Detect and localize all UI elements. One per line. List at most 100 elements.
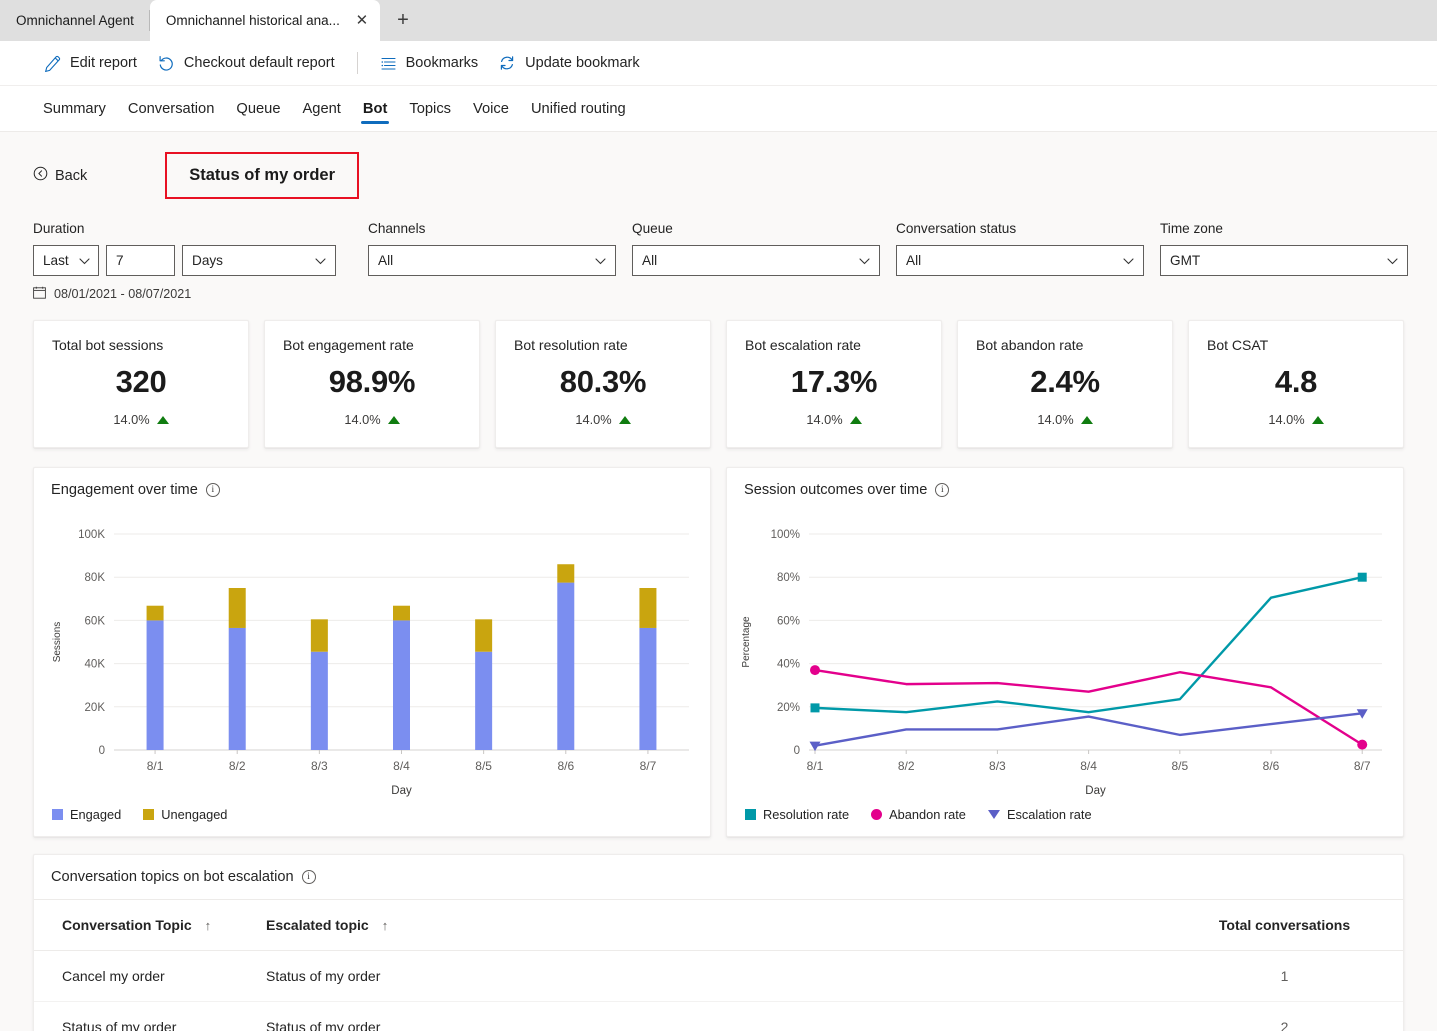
legend-item-abandon-rate[interactable]: Abandon rate [871, 807, 966, 822]
tab-summary[interactable]: Summary [32, 86, 117, 132]
chart-legend: Engaged Unengaged [52, 807, 227, 822]
tab-voice[interactable]: Voice [462, 86, 520, 132]
tab-label: Agent [302, 100, 341, 117]
duration-amount-input[interactable]: 7 [106, 245, 175, 276]
info-icon[interactable]: i [935, 483, 950, 497]
legend-item-resolution-rate[interactable]: Resolution rate [745, 807, 849, 822]
tab-conversation[interactable]: Conversation [117, 86, 226, 132]
table-row[interactable]: Cancel my order Status of my order 1 [34, 950, 1403, 1002]
page-title: Status of my order [189, 166, 336, 184]
kpi-title: Bot CSAT [1207, 337, 1269, 353]
chart-title: Session outcomes over time [744, 482, 928, 498]
cell-total-conversations: 2 [1166, 1001, 1403, 1031]
tab-bot[interactable]: Bot [352, 86, 398, 132]
channels-select[interactable]: All [368, 245, 616, 276]
filter-channels-label: Channels [368, 221, 426, 236]
kpi-delta: 14.0% [1037, 412, 1093, 427]
svg-text:20K: 20K [85, 702, 106, 714]
report-page: Back Status of my order Duration Last 7 [0, 132, 1437, 1031]
table-row[interactable]: Status of my order Status of my order 2 [34, 1001, 1403, 1031]
update-bookmark-label: Update bookmark [525, 55, 640, 71]
kpi-row: Total bot sessions 320 14.0% Bot engagem… [0, 302, 1437, 448]
kpi-card-bot-escalation-rate[interactable]: Bot escalation rate 17.3% 14.0% [726, 320, 942, 448]
info-icon[interactable]: i [205, 483, 220, 497]
tab-label: Queue [236, 100, 281, 117]
tab-unified-routing[interactable]: Unified routing [520, 86, 637, 132]
duration-relative-select[interactable]: Last [33, 245, 99, 276]
close-icon[interactable]: ✕ [352, 11, 372, 31]
back-arrow-icon [33, 166, 48, 185]
kpi-card-bot-resolution-rate[interactable]: Bot resolution rate 80.3% 14.0% [495, 320, 711, 448]
filter-bar: Duration Last 7 Days Channels All Queue … [0, 199, 1437, 276]
svg-text:80%: 80% [777, 572, 800, 584]
cell-conversation-topic: Status of my order [34, 1001, 266, 1031]
column-header-conversation-topic[interactable]: Conversation Topic ↑ [34, 899, 266, 951]
svg-text:100%: 100% [771, 529, 800, 541]
trend-up-icon [618, 415, 631, 424]
legend-label: Escalation rate [1006, 807, 1092, 822]
queue-value: All [642, 253, 658, 268]
chart-legend: Resolution rate Abandon rate Escalation … [745, 807, 1092, 822]
legend-label: Abandon rate [889, 807, 966, 822]
time-zone-select[interactable]: GMT [1160, 245, 1408, 276]
kpi-value: 4.8 [1274, 364, 1318, 399]
kpi-delta: 14.0% [1268, 412, 1324, 427]
svg-text:20%: 20% [777, 702, 800, 714]
svg-text:8/7: 8/7 [1354, 759, 1371, 773]
tab-topics[interactable]: Topics [398, 86, 462, 132]
new-tab-icon[interactable]: + [386, 3, 420, 37]
checkout-default-report-button[interactable]: Checkout default report [147, 48, 345, 78]
browser-tab-1[interactable]: Omnichannel historical ana... ✕ [149, 0, 380, 41]
legend-label: Resolution rate [763, 807, 850, 822]
session-outcomes-line-chart[interactable]: 0 20% 40% 60% 80% 100% 8/1 8/2 8/3 8/4 8/5 8/6 8/7 Da… [727, 508, 1399, 798]
filter-queue-label: Queue [632, 221, 673, 236]
svg-text:8/5: 8/5 [1171, 759, 1188, 773]
edit-report-button[interactable]: Edit report [34, 49, 147, 78]
back-label: Back [55, 167, 88, 184]
legend-item-escalation-rate[interactable]: Escalation rate [987, 807, 1092, 822]
tab-queue[interactable]: Queue [225, 86, 291, 132]
date-range-display: 08/01/2021 - 08/07/2021 [0, 276, 1437, 302]
tab-agent[interactable]: Agent [292, 86, 352, 132]
duration-unit-select[interactable]: Days [182, 245, 336, 276]
trend-up-icon [156, 415, 169, 424]
browser-tab-title: Omnichannel historical ana... [165, 13, 340, 28]
kpi-card-bot-engagement-rate[interactable]: Bot engagement rate 98.9% 14.0% [264, 320, 480, 448]
svg-text:8/7: 8/7 [640, 759, 657, 773]
calendar-icon [33, 286, 46, 302]
legend-item-unengaged[interactable]: Unengaged [143, 807, 227, 822]
chart-card-engagement-over-time: Engagement over time i 0 20K 40K 60K 80K 100K… [33, 467, 711, 837]
engagement-bar-chart[interactable]: 0 20K 40K 60K 80K 100K 8/1 8/2 8/3 8/4 8/5 8/6 8/7 Da… [34, 508, 706, 798]
legend-swatch-circle [871, 809, 883, 820]
filter-duration: Duration Last 7 Days [33, 221, 336, 276]
back-button[interactable]: Back [33, 166, 87, 185]
legend-swatch-triangle [987, 810, 1000, 819]
chevron-down-icon [1123, 253, 1134, 268]
browser-tab-0[interactable]: Omnichannel Agent [0, 0, 150, 41]
queue-select[interactable]: All [632, 245, 880, 276]
chevron-down-icon [859, 253, 870, 268]
svg-text:8/2: 8/2 [898, 759, 915, 773]
chevron-down-icon [315, 253, 326, 268]
kpi-card-bot-abandon-rate[interactable]: Bot abandon rate 2.4% 14.0% [957, 320, 1173, 448]
command-bar: Edit report Checkout default report Book… [0, 41, 1437, 86]
legend-label: Engaged [70, 807, 122, 822]
kpi-card-total-bot-sessions[interactable]: Total bot sessions 320 14.0% [33, 320, 249, 448]
bookmarks-button[interactable]: Bookmarks [370, 49, 489, 78]
kpi-delta: 14.0% [344, 412, 400, 427]
column-header-total-conversations[interactable]: Total conversations [1166, 899, 1403, 951]
info-icon[interactable]: i [301, 870, 316, 884]
legend-item-engaged[interactable]: Engaged [52, 807, 121, 822]
kpi-value: 98.9% [328, 364, 416, 399]
kpi-delta-text: 14.0% [113, 412, 150, 427]
list-icon [380, 55, 397, 72]
update-bookmark-button[interactable]: Update bookmark [488, 48, 649, 78]
tab-label: Unified routing [530, 100, 626, 117]
report-title-highlight: Status of my order [165, 152, 360, 199]
chart-card-session-outcomes-over-time: Session outcomes over time i 0 20% 40% 60% 8… [726, 467, 1404, 837]
kpi-card-bot-csat[interactable]: Bot CSAT 4.8 14.0% [1188, 320, 1404, 448]
filter-duration-label: Duration [33, 221, 85, 236]
column-header-escalated-topic[interactable]: Escalated topic ↑ [266, 899, 1166, 951]
conversation-status-select[interactable]: All [896, 245, 1144, 276]
kpi-value: 80.3% [559, 364, 647, 399]
